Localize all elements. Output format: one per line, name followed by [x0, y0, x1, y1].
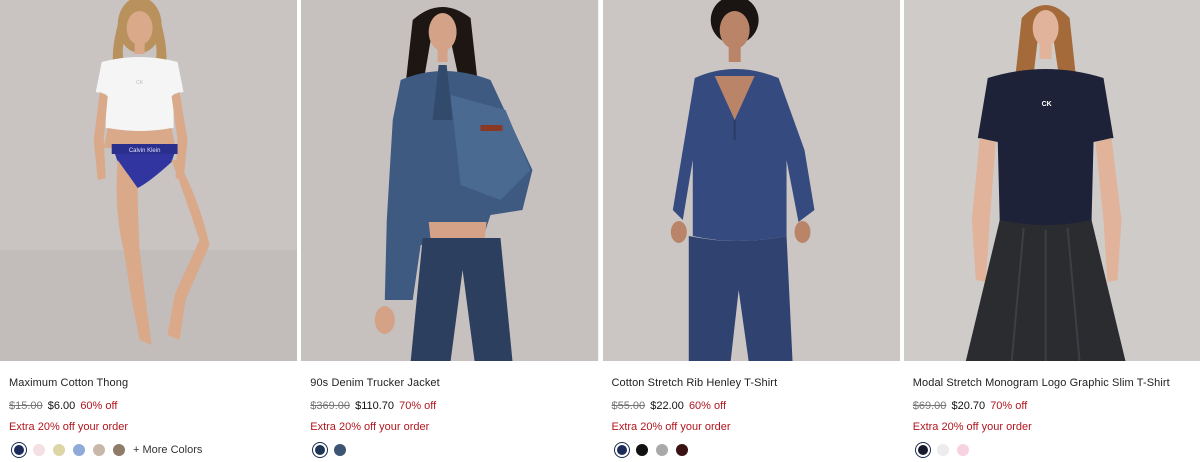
color-swatch[interactable]: [312, 442, 329, 458]
original-price: $369.00: [310, 400, 351, 412]
promo-text: Extra 20% off your order: [9, 421, 129, 433]
product-grid: CK Calvin Klein Maximum Cotton Thong $15…: [0, 0, 1200, 462]
color-swatch[interactable]: [613, 442, 630, 458]
color-swatch[interactable]: [655, 444, 668, 456]
original-price: $55.00: [611, 400, 646, 412]
color-swatches: [913, 442, 1200, 458]
price-row: $69.00 $20.70 70% off: [913, 399, 1200, 413]
product-image[interactable]: [602, 0, 900, 361]
color-swatch[interactable]: [93, 444, 105, 456]
color-swatch[interactable]: [113, 444, 125, 456]
price-row: $369.00 $110.70 70% off: [310, 399, 598, 413]
color-swatches: + More Colors: [9, 442, 297, 458]
color-swatch[interactable]: [936, 444, 949, 456]
svg-text:CK: CK: [136, 80, 144, 86]
price-row: $55.00 $22.00 60% off: [612, 399, 900, 413]
color-swatch[interactable]: [334, 444, 347, 456]
sale-price: $6.00: [47, 400, 76, 412]
promo-text: Extra 20% off your order: [912, 421, 1032, 433]
price-row: $15.00 $6.00 60% off: [9, 399, 297, 413]
original-price: $69.00: [912, 400, 947, 412]
promo-text: Extra 20% off your order: [611, 421, 731, 433]
discount-label: 60% off: [80, 400, 118, 412]
product-title[interactable]: Cotton Stretch Rib Henley T-Shirt: [612, 376, 900, 390]
product-card[interactable]: CK Modal Stretch Monogram Logo Graphic S…: [903, 0, 1200, 462]
svg-text:Calvin Klein: Calvin Klein: [129, 148, 161, 154]
color-swatch[interactable]: [33, 444, 45, 456]
sale-price: $110.70: [355, 400, 395, 412]
discount-label: 70% off: [399, 400, 437, 412]
discount-label: 60% off: [688, 400, 727, 412]
color-swatch[interactable]: [914, 442, 931, 458]
product-image[interactable]: [301, 0, 599, 361]
product-title[interactable]: Modal Stretch Monogram Logo Graphic Slim…: [913, 376, 1200, 390]
product-card[interactable]: 90s Denim Trucker Jacket $369.00 $110.70…: [301, 0, 599, 462]
sale-price: $22.00: [650, 400, 684, 412]
product-card[interactable]: CK Calvin Klein Maximum Cotton Thong $15…: [0, 0, 298, 462]
product-title[interactable]: 90s Denim Trucker Jacket: [310, 376, 598, 390]
color-swatch[interactable]: [956, 444, 969, 456]
product-card[interactable]: Cotton Stretch Rib Henley T-Shirt $55.00…: [602, 0, 900, 462]
product-image[interactable]: CK Calvin Klein: [0, 0, 298, 361]
original-price: $15.00: [9, 400, 43, 412]
svg-text:CK: CK: [1041, 101, 1051, 108]
color-swatches: [612, 442, 900, 458]
sale-price: $20.70: [951, 400, 986, 412]
product-title[interactable]: Maximum Cotton Thong: [9, 376, 297, 390]
color-swatch[interactable]: [11, 442, 27, 458]
color-swatch[interactable]: [53, 444, 65, 456]
discount-label: 70% off: [990, 400, 1028, 412]
color-swatch[interactable]: [635, 444, 648, 456]
promo-text: Extra 20% off your order: [310, 421, 430, 433]
color-swatches: [310, 442, 598, 458]
product-image[interactable]: CK: [903, 0, 1200, 361]
color-swatch[interactable]: [73, 444, 85, 456]
color-swatch[interactable]: [675, 444, 688, 456]
more-colors-link[interactable]: + More Colors: [133, 444, 202, 456]
